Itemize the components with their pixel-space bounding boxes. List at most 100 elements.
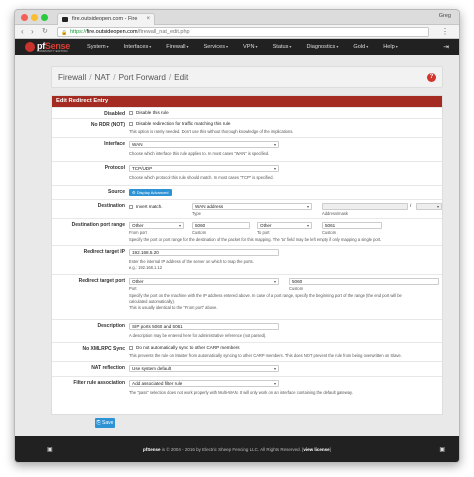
edit-redirect-panel: Edit Redirect Entry Disabled Disable thi… — [51, 95, 443, 415]
disabled-checkbox[interactable] — [129, 111, 133, 115]
to-port-custom-input[interactable]: 5061 — [322, 222, 382, 229]
url-scheme: https:// — [70, 29, 87, 35]
target-ip-example: e.g.: 192.168.1.12 — [129, 265, 163, 270]
nav-gold[interactable]: Gold▾ — [353, 39, 368, 55]
label-description: Description — [97, 323, 125, 329]
pfsense-logo[interactable]: pfSense COMMUNITY EDITION — [25, 41, 71, 53]
target-port-select[interactable]: Other ▾ — [129, 278, 279, 285]
from-port-custom-input[interactable]: 5060 — [192, 222, 250, 229]
page-footer: ▣ pfSense is © 2004 - 2016 by Electric S… — [15, 436, 459, 462]
view-license-link[interactable]: view license — [303, 447, 329, 452]
destination-mask-select[interactable]: ▾ — [416, 203, 442, 210]
target-ip-help: Enter the internal IP address of the ser… — [129, 259, 254, 264]
label-protocol: Protocol — [104, 165, 125, 171]
target-ip-input[interactable]: 192.168.5.20 — [129, 249, 279, 256]
target-port-help-3: This is usually identical to the "From p… — [129, 305, 218, 310]
destination-address-input[interactable] — [322, 203, 408, 210]
row-no-xmlrpc: No XMLRPC Sync Do not automatically sync… — [52, 342, 442, 361]
close-window-button[interactable] — [21, 14, 28, 21]
back-icon[interactable]: ‹ — [21, 27, 24, 36]
row-source: Source ⚙ Display Advanced — [52, 185, 442, 199]
nav-firewall[interactable]: Firewall▾ — [166, 39, 188, 55]
tab-close-icon[interactable]: × — [146, 14, 150, 25]
row-target-ip: Redirect target IP 192.168.5.20 Enter th… — [52, 245, 442, 274]
to-port-select[interactable]: Other ▾ — [257, 222, 312, 229]
footer-copyright: pfSense is © 2004 - 2016 by Electric She… — [143, 447, 331, 452]
browser-user[interactable]: Greg — [439, 13, 451, 19]
label-nat-reflection: NAT reflection — [91, 365, 125, 371]
label-interface: Interface — [104, 141, 125, 147]
description-help: A description may be entered here for ad… — [129, 333, 267, 338]
lock-icon: 🔒 — [61, 30, 68, 36]
reload-icon[interactable]: ↻ — [42, 27, 48, 36]
maximize-window-button[interactable] — [41, 14, 48, 21]
footer-right-icon[interactable]: ▣ — [439, 446, 445, 453]
target-port-help-1: Specify the port on the machine with the… — [129, 293, 402, 298]
nav-system[interactable]: System▾ — [87, 39, 109, 55]
nav-interfaces[interactable]: Interfaces▾ — [124, 39, 152, 55]
row-filter-assoc: Filter rule association Add associated f… — [52, 376, 442, 416]
breadcrumb-port-forward[interactable]: Port Forward — [119, 73, 166, 82]
to-port-custom-sub: Custom — [322, 230, 337, 235]
label-source: Source — [108, 189, 125, 195]
from-port-select[interactable]: Other ▾ — [129, 222, 184, 229]
breadcrumb-edit: Edit — [174, 73, 189, 82]
address-slash: / — [410, 203, 412, 208]
breadcrumb-nat[interactable]: NAT — [95, 73, 111, 82]
minimize-window-button[interactable] — [31, 14, 38, 21]
label-target-ip: Redirect target IP — [83, 249, 125, 255]
row-protocol: Protocol TCP/UDP ▾ Choose which protocol … — [52, 161, 442, 185]
logout-icon[interactable]: ⇥ — [443, 43, 449, 51]
disabled-check-text: Disable this rule — [136, 110, 169, 115]
no-xmlrpc-help: This prevents the rule on Master from au… — [129, 353, 402, 358]
from-port-sub: From port — [129, 230, 147, 235]
label-dest-port: Destination port range — [71, 222, 125, 228]
nav-status[interactable]: Status▾ — [273, 39, 292, 55]
tab-title: fire.outsideopen.com - Fire — [72, 16, 138, 22]
address-bar: ‹ › ↻ 🔒 https://fire.outsideopen.com/fir… — [15, 25, 459, 39]
pfsense-logo-icon — [25, 42, 35, 52]
filter-assoc-select[interactable]: Add associated filter rule ▾ — [129, 380, 279, 387]
target-port-custom-sub: Custom — [289, 286, 304, 291]
browser-window: fire.outsideopen.com - Fire × Greg ‹ › ↻… — [14, 9, 460, 463]
browser-tab[interactable]: fire.outsideopen.com - Fire × — [57, 13, 155, 25]
nav-help[interactable]: Help▾ — [383, 39, 398, 55]
invert-match-text: Invert match. — [136, 204, 163, 209]
row-interface: Interface WAN ▾ Choose which interface th… — [52, 137, 442, 161]
breadcrumb-firewall[interactable]: Firewall — [58, 73, 86, 82]
no-rdr-check-text: Disable redirection for traffic matching… — [136, 121, 231, 126]
tab-bar: fire.outsideopen.com - Fire × Greg — [15, 10, 459, 25]
no-xmlrpc-checkbox[interactable] — [129, 346, 133, 350]
label-no-rdr: No RDR (NOT) — [90, 122, 125, 128]
forward-icon[interactable]: › — [31, 27, 34, 36]
description-input[interactable]: SIP ports 5060 and 5061 — [129, 323, 279, 330]
interface-select[interactable]: WAN ▾ — [129, 141, 279, 148]
logo-subtitle: COMMUNITY EDITION — [37, 50, 68, 53]
browser-menu-icon[interactable]: ⋮ — [441, 27, 449, 36]
save-button[interactable]: ⎘ Save — [95, 418, 115, 428]
no-rdr-checkbox[interactable] — [129, 122, 133, 126]
target-port-sub: Port — [129, 286, 137, 291]
help-icon[interactable]: ? — [427, 73, 436, 82]
filter-assoc-help: The "pass" selection does not work prope… — [129, 390, 353, 395]
nat-reflection-select[interactable]: Use system default ▾ — [129, 365, 279, 372]
breadcrumb: Firewall / NAT / Port Forward / Edit — [58, 73, 189, 82]
label-destination: Destination — [97, 203, 125, 209]
label-disabled: Disabled — [104, 111, 125, 117]
protocol-select[interactable]: TCP/UDP ▾ — [129, 165, 279, 172]
invert-match-checkbox[interactable] — [129, 205, 133, 209]
nav-vpn[interactable]: VPN▾ — [243, 39, 258, 55]
target-port-custom-input[interactable]: 5060 — [289, 278, 439, 285]
breadcrumb-bar: Firewall / NAT / Port Forward / Edit ? — [51, 66, 443, 88]
display-advanced-button[interactable]: ⚙ Display Advanced — [129, 189, 172, 196]
url-path: /firewall_nat_edit.php — [137, 29, 190, 35]
url-input[interactable]: 🔒 https://fire.outsideopen.com/firewall_… — [57, 27, 429, 37]
destination-address-sub: Address/mask — [322, 211, 348, 216]
nav-services[interactable]: Services▾ — [204, 39, 228, 55]
destination-type-select[interactable]: WAN address ▾ — [192, 203, 312, 210]
label-no-xmlrpc: No XMLRPC Sync — [82, 346, 125, 352]
nav-diagnostics[interactable]: Diagnostics▾ — [306, 39, 338, 55]
label-filter-assoc: Filter rule association — [73, 380, 125, 386]
from-port-custom-sub: Custom — [192, 230, 207, 235]
page-content: Firewall / NAT / Port Forward / Edit ? Edit Re… — [15, 56, 459, 436]
